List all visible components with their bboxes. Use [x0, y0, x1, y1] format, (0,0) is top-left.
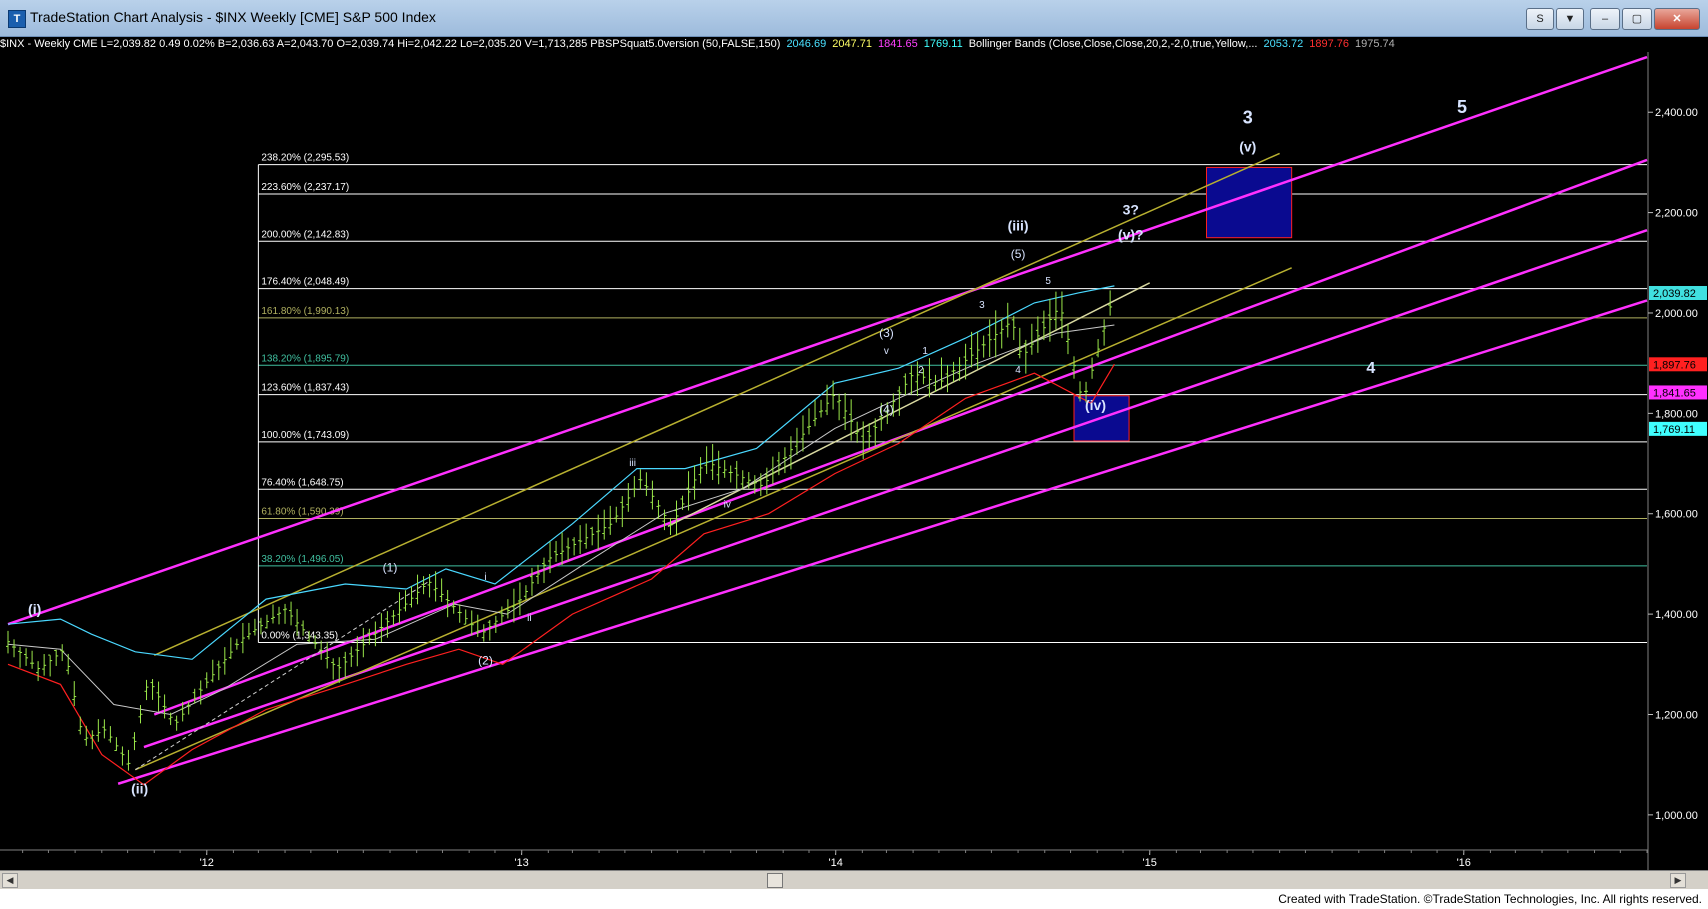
maximize-button[interactable]: ▢ — [1622, 8, 1652, 30]
title-bar: T TradeStation Chart Analysis - $INX Wee… — [0, 0, 1708, 37]
scroll-right-arrow-icon[interactable]: ▶ — [1670, 873, 1686, 888]
wave-label: (iii) — [1008, 218, 1029, 234]
wave-label: 1 — [922, 346, 928, 357]
chart-menu-button[interactable]: ▼ — [1556, 8, 1584, 30]
price-tick-label: 1,000.00 — [1655, 810, 1698, 822]
wave-label: (4) — [879, 402, 894, 416]
status-item: 2053.72 — [1263, 38, 1304, 50]
minimize-button[interactable]: – — [1590, 8, 1620, 30]
price-tick-label: 1,600.00 — [1655, 509, 1698, 521]
wave-label: (3) — [879, 326, 894, 340]
fib-level-label: 176.40% (2,048.49) — [261, 277, 349, 288]
wave-label: 2 — [918, 365, 924, 376]
wave-label: (1) — [383, 560, 398, 574]
wave-label: ii — [527, 613, 531, 624]
time-tick-label: '12 — [200, 857, 214, 869]
price-marker-label: 1,897.76 — [1653, 359, 1696, 371]
wave-label: v — [884, 346, 889, 357]
price-marker-label: 1,769.11 — [1653, 424, 1695, 436]
time-tick-label: '13 — [514, 857, 528, 869]
time-tick-label: '16 — [1457, 857, 1471, 869]
price-marker-label: 2,039.82 — [1653, 288, 1696, 300]
wave-label: (v) — [1239, 138, 1256, 154]
horizontal-scrollbar[interactable]: ◀ ▶ — [0, 870, 1708, 889]
symbol-status-line: $INX - Weekly CME L=2,039.82 0.49 0.02% … — [0, 36, 1708, 52]
price-chart[interactable]: 238.20% (2,295.53) 223.60% (2,237.17) 200.… — [0, 52, 1708, 870]
status-item: 1769.11 — [923, 38, 963, 50]
status-item: Bollinger Bands (Close,Close,Close,20,2,… — [968, 38, 1258, 50]
price-tick-label: 2,200.00 — [1655, 208, 1698, 220]
wave-label: 5 — [1045, 276, 1051, 287]
footer: Created with TradeStation. ©TradeStation… — [0, 889, 1708, 909]
status-item: 2047.71 — [832, 38, 872, 50]
time-tick-label: '14 — [829, 857, 843, 869]
wave-label: (i) — [28, 601, 41, 617]
fib-level-label: 100.00% (1,743.09) — [261, 430, 349, 441]
wave-label: iii — [629, 458, 636, 469]
wave-label: 4 — [1366, 360, 1375, 377]
price-tick-label: 2,000.00 — [1655, 308, 1698, 320]
wave-label: (v)? — [1118, 227, 1144, 243]
window-title: TradeStation Chart Analysis - $INX Weekl… — [30, 9, 436, 25]
wave-label: (2) — [478, 653, 493, 667]
scroll-thumb[interactable] — [767, 873, 783, 888]
close-button[interactable]: ✕ — [1654, 8, 1700, 30]
wave-label: 4 — [1015, 365, 1021, 376]
wave-label: 3 — [979, 300, 985, 311]
symbol-link-button[interactable]: S — [1526, 8, 1554, 30]
wave-label: (ii) — [131, 780, 148, 796]
fib-level-label: 138.20% (1,895.79) — [261, 353, 349, 364]
wave-label: 5 — [1457, 97, 1467, 117]
price-marker-label: 1,841.65 — [1653, 387, 1696, 399]
status-item: 1897.76 — [1309, 38, 1350, 50]
status-item: 1841.65 — [877, 38, 918, 50]
status-item: $INX - Weekly CME L=2,039.82 0.49 0.02% … — [0, 38, 781, 50]
price-tick-label: 1,800.00 — [1655, 408, 1698, 420]
copyright-text: Created with TradeStation. ©TradeStation… — [1278, 892, 1702, 906]
fib-level-label: 76.40% (1,648.75) — [261, 477, 343, 488]
fib-level-label: 200.00% (2,142.83) — [261, 229, 349, 240]
time-tick-label: '15 — [1143, 857, 1157, 869]
wave-label: iv — [724, 500, 731, 511]
price-tick-label: 2,400.00 — [1655, 107, 1698, 119]
chart-background — [0, 52, 1708, 870]
wave-label: 3? — [1123, 202, 1139, 218]
fib-level-label: 123.60% (1,837.43) — [261, 383, 349, 394]
fib-level-label: 161.80% (1,990.13) — [261, 306, 349, 317]
fib-level-label: 0.00% (1,343.35) — [261, 631, 338, 642]
wave-label: i — [484, 572, 486, 583]
fib-level-label: 223.60% (2,237.17) — [261, 182, 349, 193]
wave-label: (5) — [1011, 247, 1026, 261]
status-item: 2046.69 — [786, 38, 827, 50]
price-tick-label: 1,200.00 — [1655, 709, 1698, 721]
scroll-left-arrow-icon[interactable]: ◀ — [2, 873, 18, 888]
target-box — [1205, 166, 1293, 239]
price-tick-label: 1,400.00 — [1655, 609, 1698, 621]
wave-label: 3 — [1243, 107, 1253, 127]
status-item: 1975.74 — [1355, 38, 1395, 50]
tradestation-app-icon: T — [8, 10, 26, 28]
wave-label: (iv) — [1085, 397, 1106, 413]
fib-level-label: 238.20% (2,295.53) — [261, 153, 349, 164]
fib-level-label: 38.20% (1,496.05) — [261, 554, 343, 565]
